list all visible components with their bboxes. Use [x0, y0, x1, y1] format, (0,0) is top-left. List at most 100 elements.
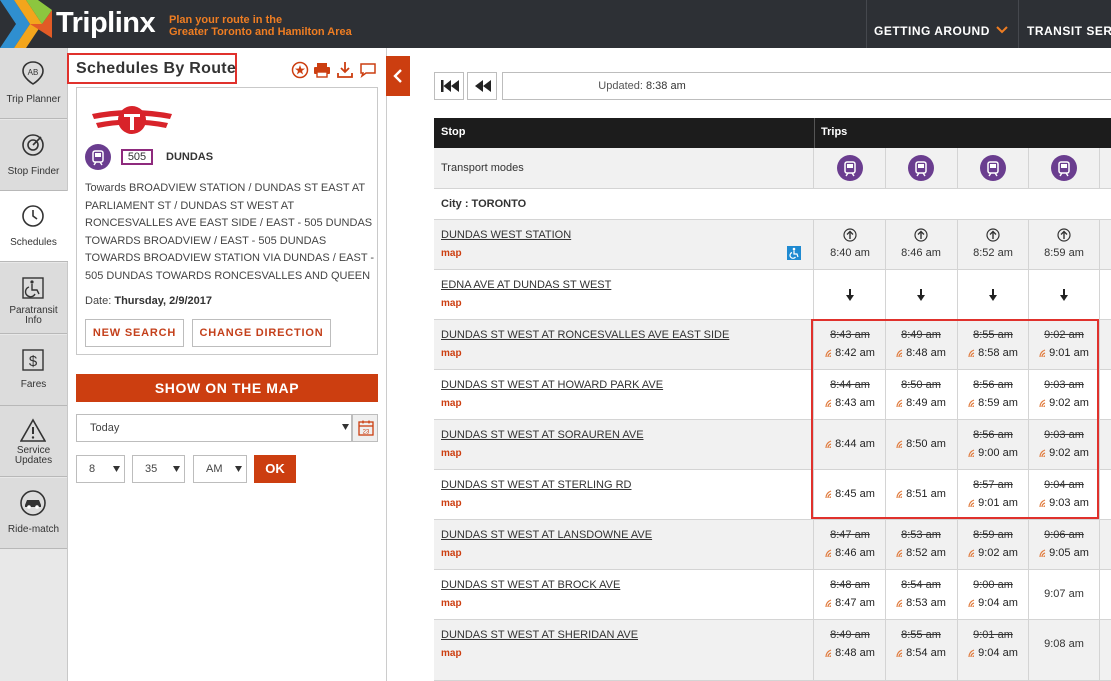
realtime-icon [968, 449, 975, 457]
stop-link[interactable]: DUNDAS ST WEST AT HOWARD PARK AVE [441, 379, 663, 391]
table-row [434, 470, 1111, 520]
sidebar-item-fares[interactable]: $ Fares [0, 335, 67, 406]
brand-name[interactable]: Triplinx [56, 7, 156, 40]
favorite-route-icon[interactable] [291, 61, 309, 79]
first-page-button[interactable] [434, 72, 464, 100]
map-link[interactable]: map [441, 448, 462, 459]
minute-select[interactable]: 35 [132, 455, 185, 483]
nav-separator [866, 0, 867, 48]
table-row [434, 189, 1111, 220]
realtime-icon [968, 499, 975, 507]
hour-select[interactable]: 8 [76, 455, 125, 483]
city-label: City : TORONTO [441, 198, 527, 210]
realtime-icon [968, 399, 975, 407]
brand-tagline: Plan your route in the Greater Toronto a… [169, 14, 352, 38]
sidebar-item-stop-finder[interactable]: Stop Finder [0, 120, 67, 191]
new-search-button[interactable]: NEW SEARCH [85, 319, 184, 347]
nav-transit-services[interactable]: TRANSIT SERV [1027, 24, 1111, 38]
calendar-button[interactable]: 23 [352, 414, 378, 442]
ok-button[interactable]: OK [254, 455, 296, 483]
stop-link[interactable]: DUNDAS ST WEST AT SORAUREN AVE [441, 429, 644, 441]
realtime-icon [896, 490, 903, 498]
scheduled-time: 8:55 am [901, 629, 941, 641]
realtime-time: 8:42 am [815, 347, 885, 359]
print-icon[interactable] [313, 61, 331, 79]
sidebar-item-trip-planner[interactable]: AB Trip Planner [0, 48, 67, 119]
sidebar: AB Trip Planner Stop Finder Schedules Pa… [0, 48, 68, 681]
stop-link[interactable]: EDNA AVE AT DUNDAS ST WEST [441, 279, 611, 291]
realtime-time: 8:48 am [886, 347, 956, 359]
day-select[interactable]: Today [76, 414, 352, 442]
stop-link[interactable]: DUNDAS ST WEST AT STERLING RD [441, 479, 632, 491]
ampm-select[interactable]: AM [193, 455, 247, 483]
stop-link[interactable]: DUNDAS ST WEST AT BROCK AVE [441, 579, 620, 591]
realtime-icon [968, 649, 975, 657]
previous-page-button[interactable] [467, 72, 497, 100]
show-on-map-button[interactable]: SHOW ON THE MAP [76, 374, 378, 402]
stop-link[interactable]: DUNDAS ST WEST AT RONCESVALLES AVE EAST … [441, 329, 729, 341]
realtime-time: 9:04 am [958, 597, 1028, 609]
table-row [434, 220, 1111, 270]
realtime-icon [1039, 499, 1046, 507]
column-divider [957, 148, 958, 189]
scheduled-time: 8:50 am [901, 379, 941, 391]
map-link[interactable]: map [441, 648, 462, 659]
map-link[interactable]: map [441, 348, 462, 359]
arrow-down-icon [989, 289, 997, 301]
nav-getting-around[interactable]: GETTING AROUND [874, 24, 990, 38]
change-direction-button[interactable]: CHANGE DIRECTION [192, 319, 331, 347]
scheduled-time: 8:53 am [901, 529, 941, 541]
stop-link[interactable]: DUNDAS WEST STATION [441, 229, 571, 241]
sidebar-item-ride-match[interactable]: Ride-match [0, 478, 67, 549]
scheduled-time: 8:56 am [973, 379, 1013, 391]
realtime-icon [1039, 549, 1046, 557]
clock-icon [22, 205, 44, 227]
table-row [434, 570, 1111, 620]
arrow-down-icon [917, 289, 925, 301]
page-title: Schedules By Route [76, 60, 237, 77]
realtime-time: 9:03 am [1029, 497, 1099, 509]
map-link[interactable]: map [441, 498, 462, 509]
streetcar-mode-icon [980, 155, 1006, 181]
realtime-icon [968, 599, 975, 607]
caret-down-icon [235, 466, 242, 472]
table-row [434, 420, 1111, 470]
scheduled-time: 8:59 am [973, 529, 1013, 541]
trip-time: 9:08 am [1044, 638, 1084, 650]
realtime-time: 9:00 am [958, 447, 1028, 459]
chevron-down-icon[interactable] [996, 25, 1008, 35]
sidebar-item-service-updates[interactable]: Service Updates [0, 406, 67, 477]
sidebar-item-schedules[interactable]: Schedules [0, 191, 68, 262]
realtime-icon [968, 349, 975, 357]
stop-link[interactable]: DUNDAS ST WEST AT SHERIDAN AVE [441, 629, 638, 641]
realtime-time: 8:46 am [815, 547, 885, 559]
scheduled-time: 9:06 am [1044, 529, 1084, 541]
triplinx-logo-icon[interactable] [0, 0, 52, 48]
scheduled-time: 9:04 am [1044, 479, 1084, 491]
download-icon[interactable] [336, 61, 354, 79]
trip-time: 8:40 am [830, 247, 870, 259]
streetcar-mode-icon [1051, 155, 1077, 181]
map-link[interactable]: map [441, 548, 462, 559]
table-row [434, 148, 1111, 189]
realtime-icon [968, 549, 975, 557]
map-link[interactable]: map [441, 248, 462, 259]
caret-down-icon [342, 424, 349, 430]
caret-down-icon [173, 466, 180, 472]
scheduled-time: 9:02 am [1044, 329, 1084, 341]
scheduled-time: 8:49 am [901, 329, 941, 341]
map-link[interactable]: map [441, 598, 462, 609]
map-link[interactable]: map [441, 298, 462, 309]
sidebar-item-paratransit[interactable]: Paratransit Info [0, 263, 67, 334]
column-divider [885, 148, 886, 189]
realtime-time: 9:02 am [958, 547, 1028, 559]
updated-timestamp: Updated: 8:38 am [502, 72, 1111, 100]
map-link[interactable]: map [441, 398, 462, 409]
table-row [434, 370, 1111, 420]
collapse-panel-button[interactable] [386, 56, 410, 96]
stop-link[interactable]: DUNDAS ST WEST AT LANSDOWNE AVE [441, 529, 652, 541]
realtime-icon [1039, 349, 1046, 357]
scheduled-time: 9:03 am [1044, 429, 1084, 441]
accessible-icon [787, 246, 801, 260]
comment-icon[interactable] [359, 61, 377, 79]
